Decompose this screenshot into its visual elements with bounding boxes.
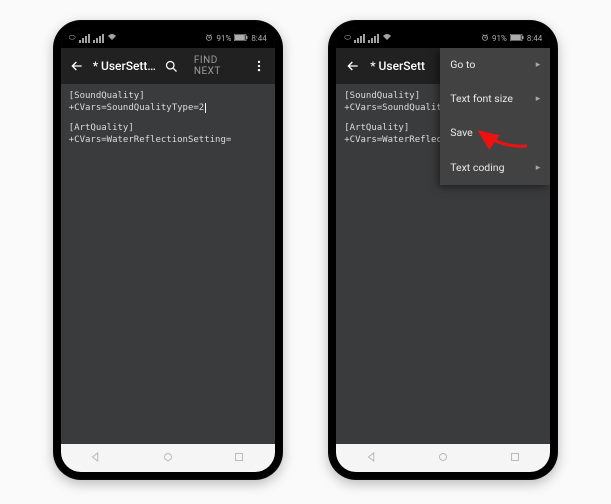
app-title: * UserSett… <box>93 59 156 73</box>
editor-line: +CVars=WaterReflectionSetting= <box>69 135 232 145</box>
battery-text: 91% <box>492 34 507 43</box>
find-next-button[interactable]: FIND NEXT <box>194 55 243 77</box>
editor-area[interactable]: [SoundQuality] +CVars=SoundQualityTyp [A… <box>336 84 550 444</box>
overflow-menu-button[interactable] <box>249 55 269 77</box>
editor-line: [ArtQuality] <box>69 123 134 133</box>
editor-line: +CVars=SoundQualityType=2 <box>69 103 204 113</box>
wifi-icon <box>107 33 117 43</box>
menu-save[interactable]: Save <box>440 116 550 150</box>
nfc-icon: ⬭ <box>344 33 351 43</box>
menu-label: Text font size <box>450 92 513 106</box>
editor-line: [SoundQuality] <box>69 91 145 101</box>
back-button[interactable] <box>67 55 87 77</box>
nav-home-icon[interactable] <box>161 449 175 468</box>
menu-label: Save <box>450 126 472 140</box>
wifi-icon <box>382 33 392 43</box>
android-nav-bar <box>61 444 275 472</box>
chevron-right-icon: ▸ <box>536 93 541 105</box>
menu-coding[interactable]: Text coding ▸ <box>440 151 550 185</box>
menu-label: Go to <box>450 58 475 72</box>
signal-icon-1 <box>79 34 90 43</box>
menu-fontsize[interactable]: Text font size ▸ <box>440 82 550 116</box>
status-bar: ⬭ 91% 8:44 <box>61 28 275 48</box>
signal-icon-2 <box>368 34 379 43</box>
clock-text: 8:44 <box>251 34 266 43</box>
screen-left: ⬭ 91% 8:44 * UserSe <box>61 28 275 472</box>
back-button[interactable] <box>342 55 364 77</box>
signal-icon-2 <box>93 34 104 43</box>
nav-back-icon[interactable] <box>89 449 103 468</box>
screen-right: ⬭ 91% 8:44 * UserSe <box>336 28 550 472</box>
nfc-icon: ⬭ <box>69 33 76 43</box>
nav-recent-icon[interactable] <box>508 449 522 468</box>
phone-right: ⬭ 91% 8:44 * UserSe <box>328 20 558 480</box>
chevron-right-icon: ▸ <box>536 59 541 71</box>
text-cursor <box>205 103 206 113</box>
signal-icon-1 <box>354 34 365 43</box>
menu-goto[interactable]: Go to ▸ <box>440 48 550 82</box>
app-title: * UserSett <box>370 59 425 73</box>
editor-line: [ArtQuality] <box>344 123 409 133</box>
battery-text: 91% <box>216 34 231 43</box>
status-bar: ⬭ 91% 8:44 <box>336 28 550 48</box>
menu-label: Text coding <box>450 161 504 175</box>
nav-back-icon[interactable] <box>365 449 379 468</box>
overflow-menu: Go to ▸ Text font size ▸ Save Text codin… <box>440 48 550 185</box>
android-nav-bar <box>336 444 550 472</box>
chevron-right-icon: ▸ <box>536 162 541 174</box>
phone-left: ⬭ 91% 8:44 * UserSe <box>53 20 283 480</box>
alarm-icon <box>481 33 489 43</box>
battery-icon <box>510 34 524 43</box>
battery-icon <box>234 34 248 43</box>
nav-recent-icon[interactable] <box>232 449 246 468</box>
clock-text: 8:44 <box>527 34 542 43</box>
alarm-icon <box>205 33 213 43</box>
search-button[interactable] <box>162 55 182 77</box>
editor-line: [SoundQuality] <box>344 91 420 101</box>
nav-home-icon[interactable] <box>436 449 450 468</box>
app-bar: * UserSett… FIND NEXT <box>61 48 275 84</box>
editor-area[interactable]: [SoundQuality] +CVars=SoundQualityType=2… <box>61 84 275 444</box>
